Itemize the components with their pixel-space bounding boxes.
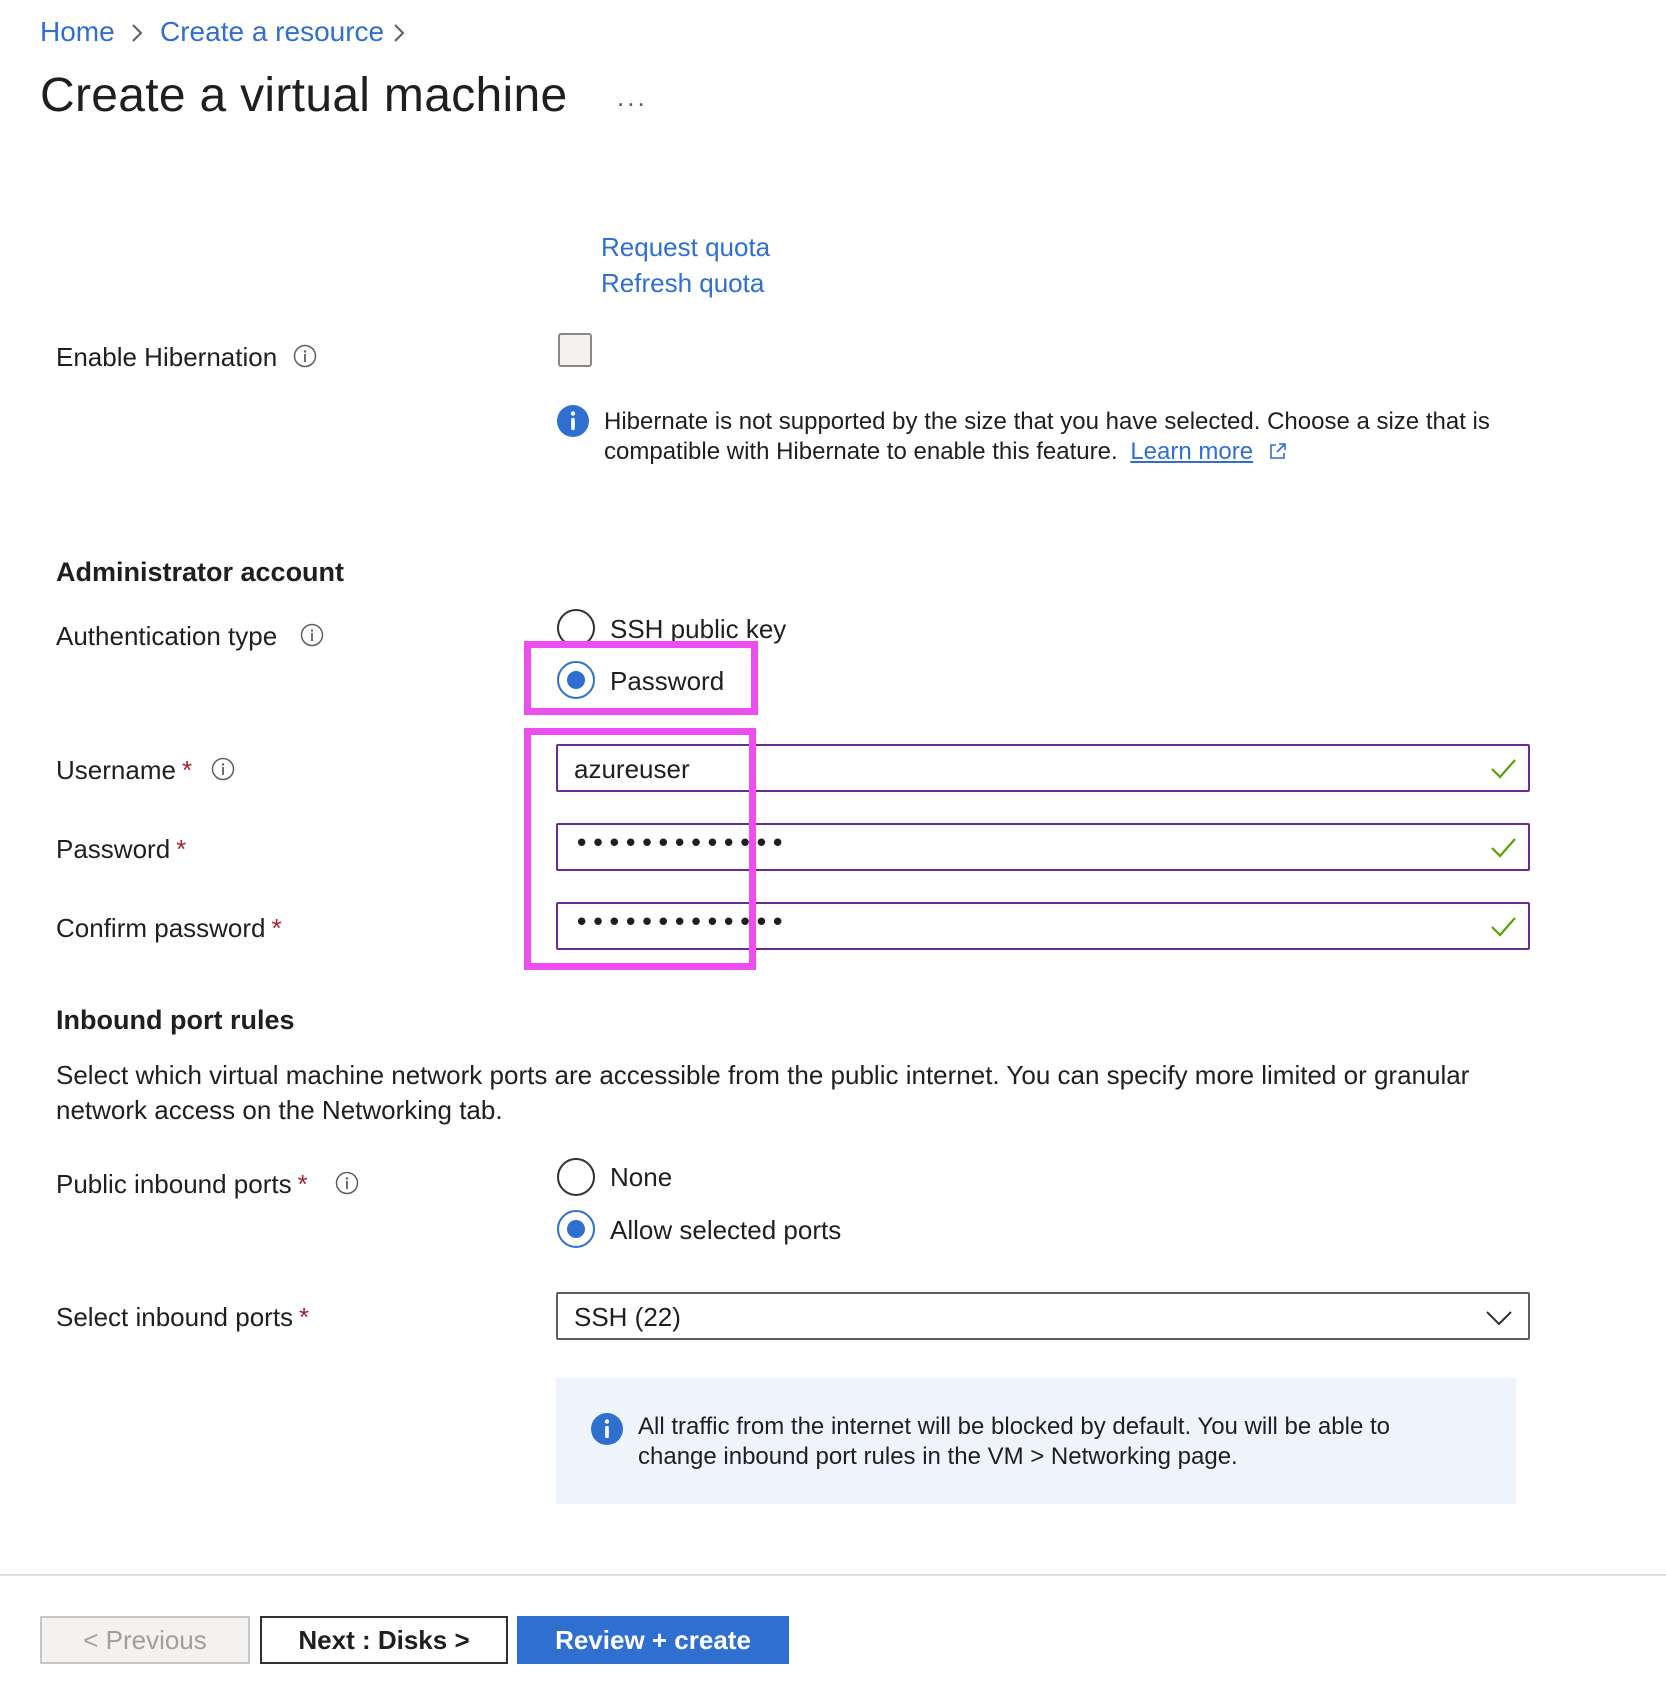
required-mark: * <box>299 1302 310 1332</box>
credentials-highlight <box>524 728 756 970</box>
auth-password-label[interactable]: Password <box>610 666 724 697</box>
more-options-button[interactable]: ... <box>617 82 648 113</box>
hibernation-message-text: Hibernate is not supported by the size t… <box>604 408 1490 465</box>
page-title: Create a virtual machine <box>40 69 568 122</box>
inbound-info-banner: All traffic from the internet will be bl… <box>556 1378 1516 1504</box>
chevron-down-icon <box>1486 1311 1512 1326</box>
info-filled-icon <box>591 1413 623 1445</box>
info-icon[interactable] <box>293 344 317 368</box>
ports-allow-selected-label[interactable]: Allow selected ports <box>610 1215 841 1246</box>
next-disks-button[interactable]: Next : Disks > <box>260 1616 508 1664</box>
password-label: Password * <box>56 834 186 865</box>
chevron-right-icon <box>132 24 143 42</box>
inbound-port-rules-heading: Inbound port rules <box>56 1005 295 1035</box>
ports-none-radio[interactable] <box>557 1158 595 1196</box>
password-label-text: Password <box>56 834 171 864</box>
checkmark-icon <box>1491 759 1516 779</box>
refresh-quota-link[interactable]: Refresh quota <box>601 268 764 299</box>
footer-divider <box>0 1574 1666 1576</box>
ports-none-label[interactable]: None <box>610 1162 672 1193</box>
info-icon[interactable] <box>300 623 324 647</box>
checkmark-icon <box>1491 917 1516 937</box>
review-create-button[interactable]: Review + create <box>517 1616 789 1664</box>
hibernation-message: Hibernate is not supported by the size t… <box>604 407 1504 467</box>
required-mark: * <box>176 834 187 864</box>
public-inbound-ports-label: Public inbound ports * <box>56 1169 308 1200</box>
required-mark: * <box>181 755 193 785</box>
administrator-account-heading: Administrator account <box>56 557 345 587</box>
learn-more-link[interactable]: Learn more <box>1130 438 1253 465</box>
info-icon[interactable] <box>211 757 235 781</box>
hibernation-label: Enable Hibernation <box>56 342 278 372</box>
inbound-ports-dropdown[interactable]: SSH (22) <box>556 1292 1530 1340</box>
previous-button[interactable]: < Previous <box>40 1616 250 1664</box>
inbound-ports-value: SSH (22) <box>574 1302 681 1332</box>
auth-password-radio[interactable] <box>557 661 595 699</box>
external-link-icon <box>1269 443 1286 459</box>
info-filled-icon <box>557 405 589 437</box>
select-inbound-ports-label-text: Select inbound ports <box>56 1302 294 1332</box>
hibernation-checkbox[interactable] <box>558 333 592 367</box>
request-quota-link[interactable]: Request quota <box>601 232 770 263</box>
required-mark: * <box>297 1169 308 1199</box>
confirm-password-label-text: Confirm password <box>56 913 266 943</box>
chevron-right-icon <box>394 24 405 42</box>
public-inbound-ports-label-text: Public inbound ports <box>56 1169 292 1199</box>
username-label-text: Username <box>56 755 176 785</box>
breadcrumb-create-resource[interactable]: Create a resource <box>160 16 384 48</box>
info-icon[interactable] <box>335 1171 359 1195</box>
ports-allow-selected-radio[interactable] <box>557 1210 595 1248</box>
checkmark-icon <box>1491 838 1516 858</box>
inbound-description: Select which virtual machine network por… <box>56 1060 1470 1125</box>
breadcrumb-home[interactable]: Home <box>40 16 115 48</box>
confirm-password-label: Confirm password * <box>56 913 282 944</box>
required-mark: * <box>271 913 282 943</box>
authentication-type-label: Authentication type <box>56 621 278 651</box>
inbound-banner-text: All traffic from the internet will be bl… <box>638 1413 1390 1470</box>
select-inbound-ports-label: Select inbound ports * <box>56 1302 309 1333</box>
username-label: Username * <box>56 755 192 786</box>
